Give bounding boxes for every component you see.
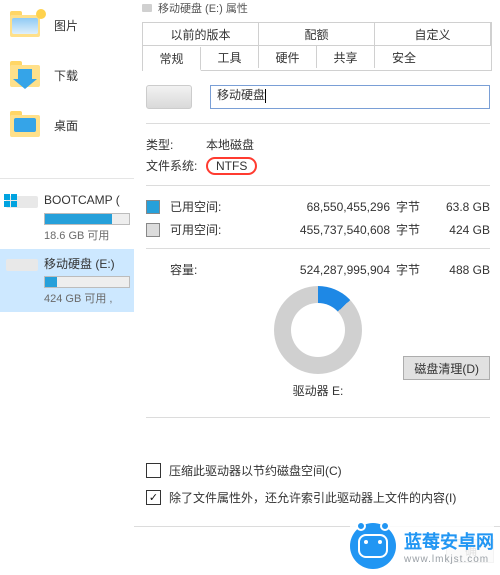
donut-drive-label: 驱动器 E: — [293, 382, 344, 399]
capacity-unit: 字节 — [396, 261, 420, 278]
watermark: 蓝莓安卓网 www.lmkjst.com — [350, 523, 494, 569]
compress-label: 压缩此驱动器以节约磁盘空间(C) — [169, 462, 342, 479]
capacity-human: 488 GB — [430, 263, 490, 277]
properties-dialog: 移动硬盘 (E:) 属性 以前的版本 配额 自定义 常规 工具 硬件 共享 安全… — [134, 0, 500, 575]
windows-logo-icon — [4, 194, 18, 208]
used-bytes: 68,550,455,296 — [240, 200, 390, 214]
capacity-label: 容量: — [170, 261, 240, 278]
drive-free-label: 424 GB 可用 , — [44, 290, 130, 306]
drive-name-input[interactable]: 移动硬盘 — [210, 85, 490, 109]
nav-item-desktop[interactable]: 桌面 — [0, 100, 134, 150]
free-bytes: 455,737,540,608 — [240, 223, 390, 237]
tab-quota[interactable]: 配额 — [259, 23, 375, 46]
tab-previous-versions[interactable]: 以前的版本 — [143, 23, 259, 46]
drive-list: BOOTCAMP ( 18.6 GB 可用 移动硬盘 (E:) 424 GB 可… — [0, 186, 134, 312]
drive-item-bootcamp[interactable]: BOOTCAMP ( 18.6 GB 可用 — [0, 186, 134, 249]
tab-hardware[interactable]: 硬件 — [259, 46, 317, 68]
tab-tools[interactable]: 工具 — [201, 46, 259, 68]
free-swatch-icon — [146, 223, 160, 237]
drive-name: BOOTCAMP ( — [44, 193, 120, 207]
filesystem-value: NTFS — [206, 157, 257, 175]
used-swatch-icon — [146, 200, 160, 214]
drive-name-value: 移动硬盘 — [217, 88, 265, 102]
used-label: 已用空间: — [170, 198, 240, 215]
free-unit: 字节 — [396, 221, 420, 238]
watermark-logo-icon — [350, 523, 396, 569]
drive-usage-bar — [44, 213, 130, 225]
index-label: 除了文件属性外，还允许索引此驱动器上文件的内容(I) — [169, 489, 456, 506]
dialog-title: 移动硬盘 (E:) 属性 — [158, 0, 248, 16]
checkbox-icon[interactable] — [146, 463, 161, 478]
desktop-folder-icon — [10, 111, 42, 139]
filesystem-label: 文件系统: — [146, 157, 206, 175]
divider — [146, 417, 490, 418]
free-label: 可用空间: — [170, 221, 240, 238]
downloads-folder-icon — [10, 61, 42, 89]
compress-checkbox-row[interactable]: 压缩此驱动器以节约磁盘空间(C) — [146, 462, 490, 479]
free-human: 424 GB — [430, 223, 490, 237]
explorer-left-pane: 图片 下载 桌面 B — [0, 0, 135, 575]
nav-label: 桌面 — [54, 117, 78, 134]
drive-icon — [6, 190, 38, 210]
pictures-folder-icon — [10, 11, 42, 39]
text-caret — [265, 89, 266, 103]
nav-label: 图片 — [54, 17, 78, 34]
used-human: 63.8 GB — [430, 200, 490, 214]
disk-cleanup-button[interactable]: 磁盘清理(D) — [403, 356, 490, 380]
type-value: 本地磁盘 — [206, 136, 254, 153]
watermark-url: www.lmkjst.com — [404, 554, 494, 565]
drive-icon — [6, 253, 38, 273]
tab-sharing[interactable]: 共享 — [317, 46, 375, 68]
nav-item-downloads[interactable]: 下载 — [0, 50, 134, 100]
tab-general[interactable]: 常规 — [143, 47, 201, 71]
dialog-titlebar[interactable]: 移动硬盘 (E:) 属性 — [134, 0, 500, 16]
drive-free-label: 18.6 GB 可用 — [44, 227, 130, 243]
divider — [0, 178, 134, 179]
drive-item-removable[interactable]: 移动硬盘 (E:) 424 GB 可用 , — [0, 249, 134, 312]
checkbox-checked-icon[interactable] — [146, 490, 161, 505]
usage-donut-chart — [274, 286, 362, 374]
used-unit: 字节 — [396, 198, 420, 215]
divider — [146, 248, 490, 249]
tab-customize[interactable]: 自定义 — [375, 23, 491, 46]
nav-item-pictures[interactable]: 图片 — [0, 0, 134, 50]
tab-security[interactable]: 安全 — [375, 46, 433, 68]
dialog-title-icon — [142, 4, 152, 12]
nav-label: 下载 — [54, 67, 78, 84]
drive-name: 移动硬盘 (E:) — [44, 255, 115, 272]
watermark-brand: 蓝莓安卓网 — [404, 528, 494, 554]
general-panel: 移动硬盘 类型: 本地磁盘 文件系统: NTFS 已用空间: 68,550,45… — [146, 85, 490, 506]
type-label: 类型: — [146, 136, 206, 153]
drive-usage-bar — [44, 276, 130, 288]
capacity-bytes: 524,287,995,904 — [240, 263, 390, 277]
tab-strip: 以前的版本 配额 自定义 常规 工具 硬件 共享 安全 — [142, 22, 492, 71]
divider — [146, 123, 490, 124]
divider — [146, 185, 490, 186]
drive-large-icon — [146, 85, 192, 109]
index-checkbox-row[interactable]: 除了文件属性外，还允许索引此驱动器上文件的内容(I) — [146, 489, 490, 506]
